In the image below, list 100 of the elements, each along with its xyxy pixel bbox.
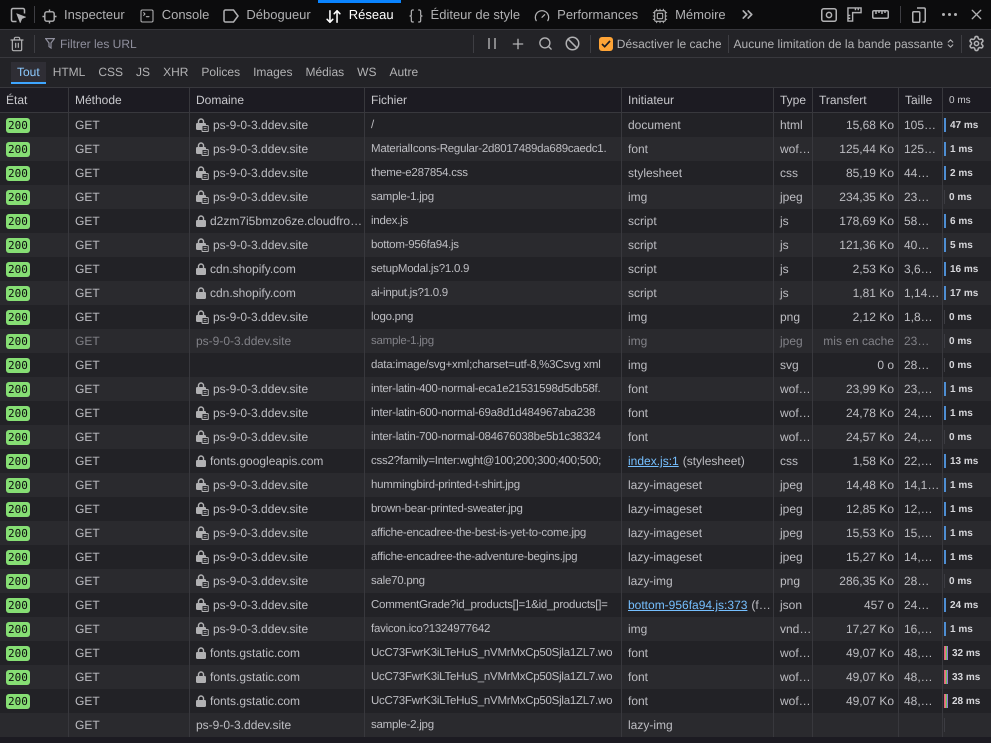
column-header[interactable]: Domaine (190, 88, 365, 112)
initiator-text: document (628, 117, 681, 134)
status-badge: 200 (6, 142, 30, 156)
request-row[interactable]: 200 GET cdn.shopify.com ai-input.js?1.0.9 script js 1,81 Ko 1,14… 17 ms (0, 281, 991, 305)
timing-text: 24 ms (950, 598, 978, 612)
request-row[interactable]: 200 GET ps-9-0-3.ddev.site inter-latin-700-normal-084676038be5b1c38324 font wof… 24,57 Ko 24,… 0 ms (0, 425, 991, 449)
timing-text: 6 ms (950, 214, 973, 228)
domain-text: ps-9-0-3.ddev.site (213, 501, 308, 518)
column-header[interactable]: État (0, 88, 69, 112)
request-row[interactable]: 200 GET ps-9-0-3.ddev.site inter-latin-600-normal-69a8d1d484967aba238 font wof… 24,78 Ko 24,… 1 ms (0, 401, 991, 425)
type-filter-tab[interactable]: Images (247, 62, 298, 84)
request-row[interactable]: 200 GET ps-9-0-3.ddev.site theme-e287854.css stylesheet css 85,19 Ko 44… 2 ms (0, 161, 991, 185)
status-badge: 200 (6, 550, 30, 564)
menu-icon (942, 13, 957, 16)
status-badge: 200 (6, 502, 30, 516)
status-badge: 200 (6, 646, 30, 660)
status-badge: 200 (6, 406, 30, 420)
status-badge: 200 (6, 478, 30, 492)
request-row[interactable]: 200 GET fonts.googleapis.com css2?family=Inter:wght@100;200;300;400;500; index.js:1 (stylesheet) css 1,58 Ko 22,… 13 ms (0, 449, 991, 473)
request-row[interactable]: 200 GET ps-9-0-3.ddev.site bottom-956fa94.js script js 121,36 Ko 40… 5 ms (0, 233, 991, 257)
column-header[interactable]: Initiateur (622, 88, 774, 112)
devtools-tab[interactable]: Mémoire (645, 0, 733, 29)
column-header[interactable]: Type (774, 88, 813, 112)
initiator-text: font (628, 429, 648, 446)
timing-text: 1 ms (950, 142, 973, 156)
devices-icon (912, 6, 926, 22)
request-row[interactable]: 200 GET d2zm7i5bmzo6ze.cloudfro… index.js script js 178,69 Ko 58… 6 ms (0, 209, 991, 233)
request-row[interactable]: 200 GET ps-9-0-3.ddev.site favicon.ico?1324977642 img vnd… 17,27 Ko 16,… 1 ms (0, 617, 991, 641)
devtools-tab[interactable]: Performances (527, 0, 646, 29)
request-row[interactable]: 200 GET ps-9-0-3.ddev.site sample-1.jpg img jpeg 234,35 Ko 23… 0 ms (0, 185, 991, 209)
request-row[interactable]: 200 GET cdn.shopify.com setupModal.js?1.0.9 script js 2,53 Ko 3,6… 16 ms (0, 257, 991, 281)
devtools-tab[interactable]: Éditeur de style (400, 0, 528, 29)
initiator-text: stylesheet (628, 165, 682, 182)
initiator-text: img (628, 621, 648, 638)
url-filter-input[interactable]: Filtrer les URL (60, 34, 473, 54)
tag-icon (223, 9, 240, 23)
request-row[interactable]: 200 GET ps-9-0-3.ddev.site sale70.png lazy-img png 286,35 Ko 28… 0 ms (0, 569, 991, 593)
domain-text: cdn.shopify.com (210, 285, 296, 302)
request-row[interactable]: 200 GET ps-9-0-3.ddev.site affiche-encadree-the-adventure-begins.jpg lazy-imageset jpeg 15,27 Ko 14,… 1 ms (0, 545, 991, 569)
type-filter-tab[interactable]: CSS (92, 62, 130, 84)
domain-text: ps-9-0-3.ddev.site (213, 381, 308, 398)
devtools-tab[interactable]: Console (132, 0, 216, 29)
status-badge: 200 (6, 382, 30, 396)
arrows-up-down-icon (324, 8, 342, 24)
request-row[interactable]: 200 GET ps-9-0-3.ddev.site logo.png img png 2,12 Ko 1,8… 0 ms (0, 305, 991, 329)
column-header[interactable]: Fichier (365, 88, 622, 112)
initiator-link[interactable]: bottom-956fa94.js:373 (628, 596, 748, 614)
type-filter-tab[interactable]: Autre (383, 62, 424, 84)
initiator-text: lazy-img (628, 717, 673, 734)
picker-icon (10, 6, 26, 22)
domain-text: fonts.gstatic.com (210, 693, 300, 710)
type-filter-tab[interactable]: JS (130, 62, 156, 84)
request-row[interactable]: 200 GET ps-9-0-3.ddev.site CommentGrade?id_products[]=1&id_products[]= bottom-956fa94.js:373 (f… json 457 o 24… 24 ms (0, 593, 991, 617)
type-filter-tab[interactable]: Polices (195, 62, 246, 84)
column-header[interactable]: 0 ms (943, 88, 991, 112)
request-row[interactable]: GET ps-9-0-3.ddev.site sample-2.jpg lazy-img (0, 713, 991, 737)
file-cell: sample-2.jpg (365, 713, 622, 737)
request-row[interactable]: 200 GET fonts.gstatic.com UcC73FwrK3iLTeHuS_nVMrMxCp50Sjla1ZL7.wo font wof… 49,07 Ko 48,… 32 ms (0, 641, 991, 665)
timing-text: 13 ms (950, 454, 978, 468)
timing-text: 1 ms (950, 406, 973, 420)
type-filter-tab[interactable]: XHR (157, 62, 194, 84)
devtools-tab[interactable]: Inspecteur (35, 0, 132, 29)
column-header[interactable]: Taille (899, 88, 943, 112)
type-filter-tab[interactable]: WS (351, 62, 382, 84)
timing-text: 47 ms (950, 118, 978, 132)
request-row[interactable]: 200 GET ps-9-0-3.ddev.site hummingbird-printed-t-shirt.jpg lazy-imageset jpeg 14,48 Ko 14,1… 1 ms (0, 473, 991, 497)
updown-caret-icon (945, 38, 956, 49)
initiator-text: (f… (751, 597, 771, 614)
plus-icon (510, 36, 526, 52)
status-badge: 200 (6, 694, 30, 708)
status-badge: 200 (6, 334, 30, 348)
trash-icon (9, 36, 25, 52)
initiator-link[interactable]: index.js:1 (628, 452, 679, 470)
disable-cache-checkbox[interactable]: Désactiver le cache (598, 34, 722, 52)
request-row[interactable]: 200 GET data:image/svg+xml;charset=utf-8,%3Csvg xml img svg 0 o 28… 0 ms (0, 353, 991, 377)
status-badge: 200 (6, 358, 30, 372)
domain-text: fonts.googleapis.com (210, 453, 324, 470)
domain-text: ps-9-0-3.ddev.site (213, 573, 308, 590)
throttling-select[interactable]: Aucune limitation de la bande passante (734, 34, 956, 52)
column-header[interactable]: Transfert (813, 88, 899, 112)
gauge-icon (534, 8, 550, 24)
type-filter-tab[interactable]: Tout (11, 62, 46, 84)
initiator-text: font (628, 141, 648, 158)
request-row[interactable]: 200 GET ps-9-0-3.ddev.site MaterialIcons-Regular-2d8017489da689caedc1. font wof… 125,44 Ko 125… 1 ms (0, 137, 991, 161)
request-row[interactable]: 200 GET ps-9-0-3.ddev.site affiche-encadree-the-best-is-yet-to-come.jpg lazy-imageset jpeg 15,53 Ko 15,… 1 ms (0, 521, 991, 545)
request-row[interactable]: 200 GET ps-9-0-3.ddev.site sample-1.jpg img jpeg mis en cache 23… 0 ms (0, 329, 991, 353)
column-header[interactable]: Méthode (69, 88, 190, 112)
request-row[interactable]: 200 GET ps-9-0-3.ddev.site inter-latin-400-normal-eca1e21531598d5db58f. font wof… 23,99 Ko 23,… 1 ms (0, 377, 991, 401)
request-row[interactable]: 200 GET ps-9-0-3.ddev.site / document html 15,68 Ko 105… 47 ms (0, 113, 991, 137)
request-row[interactable]: 200 GET ps-9-0-3.ddev.site brown-bear-printed-sweater.jpg lazy-imageset jpeg 12,85 Ko 12,… 1 ms (0, 497, 991, 521)
domain-text: cdn.shopify.com (210, 261, 296, 278)
domain-text: fonts.gstatic.com (210, 645, 300, 662)
request-row[interactable]: 200 GET fonts.gstatic.com UcC73FwrK3iLTeHuS_nVMrMxCp50Sjla1ZL7.wo font wof… 49,07 Ko 48,… 33 ms (0, 665, 991, 689)
status-badge: 200 (6, 190, 30, 204)
devtools-tab[interactable]: Débogueur (216, 0, 318, 29)
domain-text: ps-9-0-3.ddev.site (213, 525, 308, 542)
type-filter-tab[interactable]: HTML (46, 62, 92, 84)
request-row[interactable]: 200 GET fonts.gstatic.com UcC73FwrK3iLTeHuS_nVMrMxCp50Sjla1ZL7.wo font wof… 49,07 Ko 48,… 28 ms (0, 689, 991, 713)
type-filter-tab[interactable]: Médias (299, 62, 350, 84)
status-badge: 200 (6, 574, 30, 588)
